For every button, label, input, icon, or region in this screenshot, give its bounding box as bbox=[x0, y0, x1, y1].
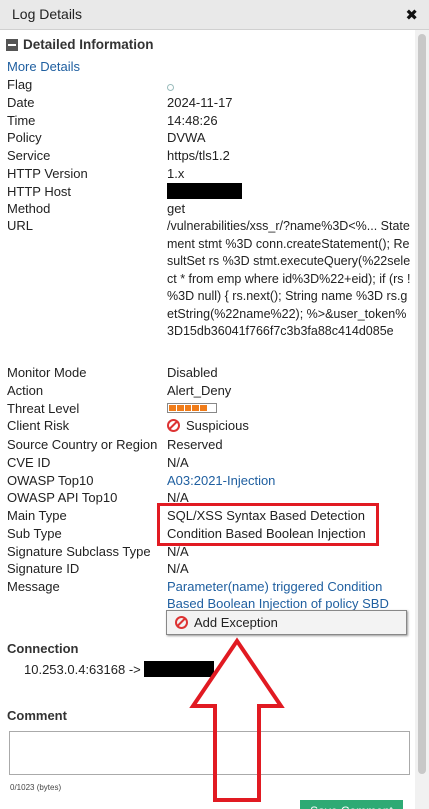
url-value: /vulnerabilities/xss_r/?name%3D<%... Sta… bbox=[167, 219, 411, 338]
window-titlebar: Log Details ✖ bbox=[0, 0, 429, 30]
action-value: Alert_Deny bbox=[167, 383, 232, 398]
http-host-redacted bbox=[167, 183, 242, 202]
flag-label: Flag bbox=[7, 77, 33, 92]
signature-subclass-type-value: N/A bbox=[167, 544, 189, 559]
connection-line: 10.253.0.4:63168 -> bbox=[24, 661, 215, 677]
date-label: Date bbox=[7, 95, 35, 110]
add-exception-label: Add Exception bbox=[194, 615, 278, 630]
connection-source: 10.253.0.4:63168 -> bbox=[24, 662, 141, 677]
monitor-mode-value: Disabled bbox=[167, 365, 218, 380]
sub-type-label: Sub Type bbox=[7, 526, 62, 541]
client-risk-value: Suspicious bbox=[167, 418, 249, 433]
connection-destination-redacted bbox=[144, 661, 215, 677]
service-value: https/tls1.2 bbox=[167, 148, 230, 163]
date-value: 2024-11-17 bbox=[167, 95, 233, 110]
ban-icon bbox=[175, 616, 188, 629]
highlight-annotation-box bbox=[157, 503, 379, 546]
save-comment-button[interactable]: Save Comment bbox=[300, 800, 403, 809]
comment-input[interactable] bbox=[9, 731, 410, 775]
monitor-mode-label: Monitor Mode bbox=[7, 365, 87, 380]
main-type-label: Main Type bbox=[7, 508, 67, 523]
section-title: Detailed Information bbox=[23, 37, 154, 52]
owasp-api-top10-label: OWASP API Top10 bbox=[7, 490, 118, 505]
connection-title: Connection bbox=[7, 641, 79, 656]
time-label: Time bbox=[7, 113, 36, 128]
cve-id-label: CVE ID bbox=[7, 455, 51, 470]
comment-char-count: 0/1023 (bytes) bbox=[10, 783, 62, 792]
message-label: Message bbox=[7, 579, 60, 594]
add-exception-button[interactable]: Add Exception bbox=[166, 610, 407, 635]
policy-value: DVWA bbox=[167, 130, 206, 145]
action-label: Action bbox=[7, 383, 44, 398]
detailed-information-header[interactable]: Detailed Information bbox=[6, 37, 154, 52]
window-title: Log Details bbox=[12, 6, 83, 22]
threat-level-label: Threat Level bbox=[7, 401, 80, 416]
minus-square-icon[interactable] bbox=[6, 38, 18, 51]
more-details-link[interactable]: More Details bbox=[7, 59, 80, 74]
threat-level-bar bbox=[167, 403, 217, 413]
client-risk-label: Client Risk bbox=[7, 418, 70, 433]
source-country-value: Reserved bbox=[167, 437, 223, 452]
signature-id-value: N/A bbox=[167, 561, 189, 576]
ban-icon bbox=[167, 419, 180, 432]
time-value: 14:48:26 bbox=[167, 113, 218, 128]
http-host-label: HTTP Host bbox=[7, 184, 72, 199]
source-country-label: Source Country or Region bbox=[7, 437, 158, 452]
comment-title: Comment bbox=[7, 708, 67, 723]
url-label: URL bbox=[7, 218, 34, 233]
policy-label: Policy bbox=[7, 130, 42, 145]
owasp-top10-label: OWASP Top10 bbox=[7, 473, 94, 488]
cve-id-value: N/A bbox=[167, 455, 189, 470]
signature-subclass-type-label: Signature Subclass Type bbox=[7, 544, 151, 559]
owasp-top10-link[interactable]: A03:2021-Injection bbox=[167, 473, 275, 488]
http-version-value: 1.x bbox=[167, 166, 185, 181]
flag-toggle[interactable] bbox=[167, 79, 174, 94]
method-label: Method bbox=[7, 201, 51, 216]
service-label: Service bbox=[7, 148, 51, 163]
vertical-scrollbar[interactable] bbox=[415, 30, 429, 809]
message-link[interactable]: Parameter(name) triggered Condition Base… bbox=[167, 578, 411, 612]
close-icon[interactable]: ✖ bbox=[405, 6, 418, 24]
method-value: get bbox=[167, 201, 186, 216]
flag-circle-icon[interactable] bbox=[167, 84, 174, 91]
scrollbar-thumb[interactable] bbox=[418, 34, 426, 774]
client-risk-text: Suspicious bbox=[186, 418, 249, 433]
signature-id-label: Signature ID bbox=[7, 561, 80, 576]
http-version-label: HTTP Version bbox=[7, 166, 88, 181]
